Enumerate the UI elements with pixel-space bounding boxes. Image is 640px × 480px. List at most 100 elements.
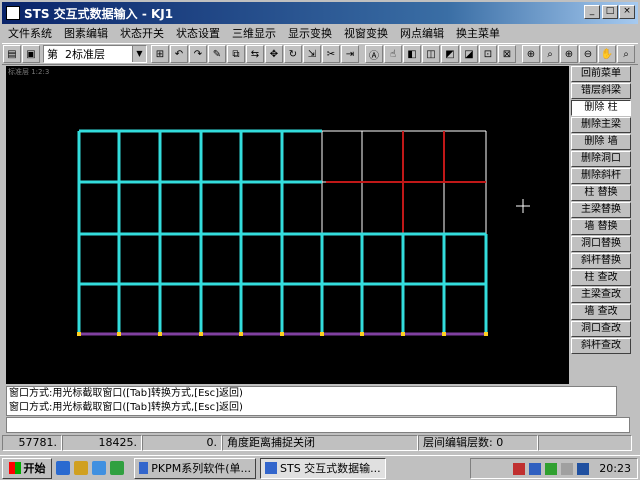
command-input[interactable] [6,417,630,433]
clock[interactable]: 20:23 [599,462,631,475]
offset-slope-beam-button[interactable]: 错层斜梁 [571,83,631,99]
render-icon[interactable]: ◩ [441,45,459,63]
color-icon[interactable]: ◪ [460,45,478,63]
menu-state-settings[interactable]: 状态设置 [170,25,226,41]
plan-walls-red [326,131,486,234]
menu-switch-main[interactable]: 换主菜单 [450,25,506,41]
menu-element-edit[interactable]: 图素编辑 [58,25,114,41]
command-line-2: 窗口方式:用光标截取窗口([Tab]转换方式,[Esc]返回) [9,402,243,413]
menu-display-transform[interactable]: 显示变换 [282,25,338,41]
rotate-icon[interactable]: ↻ [284,45,302,63]
start-button[interactable]: 开始 [2,457,52,479]
menu-state-switch[interactable]: 状态开关 [114,25,170,41]
close-icon[interactable]: × [619,5,635,19]
delete-opening-button[interactable]: 删除洞口 [571,151,631,167]
pan-icon[interactable]: ✋ [598,45,616,63]
view-icon[interactable]: ◫ [422,45,440,63]
floor-edit-text: 层间编辑层数: [423,436,493,449]
floor-edit-label: 层间编辑层数: 0 [418,435,538,451]
media-icon[interactable] [110,461,124,475]
floor-edit-count: 0 [496,436,504,449]
snap-status: 角度距离捕捉关闭 [222,435,418,451]
task-sts[interactable]: STS 交互式数据输... [260,457,386,479]
app-window: STS 交互式数据输入 - KJ1 _ □ × 文件系统 图素编辑 状态开关 状… [0,0,640,480]
delete-wall-button[interactable]: 删除 墙 [571,134,631,150]
zoom-extents-icon[interactable]: ⊕ [522,45,540,63]
zoom-window-icon[interactable]: ⌕ [541,45,559,63]
command-line-1: 窗口方式:用光标截取窗口([Tab]转换方式,[Esc]返回) [9,388,243,399]
canvas-corner-label: 标准层 1:2:3 [8,68,50,76]
measure-icon[interactable]: ⊠ [498,45,516,63]
edit-column-button[interactable]: 柱 查改 [571,270,631,286]
menu-grid-edit[interactable]: 网点编辑 [394,25,450,41]
zoom-in-icon[interactable]: ⊕ [560,45,578,63]
delete-column-button[interactable]: 删除 柱 [571,100,631,116]
grid-toggle-icon[interactable]: ⊡ [479,45,497,63]
ie-icon[interactable] [56,461,70,475]
drawing-canvas[interactable]: 标准层 1:2:3 [6,66,569,384]
edit-opening-button[interactable]: 洞口查改 [571,321,631,337]
volume-icon[interactable] [561,462,574,475]
menu-file[interactable]: 文件系统 [2,25,58,41]
cursor-a-icon[interactable]: Ⓐ [365,45,383,63]
system-tray: 20:23 [470,458,638,479]
chevron-down-icon[interactable]: ▼ [132,46,146,62]
minimize-icon[interactable]: _ [584,5,600,19]
status-empty [538,435,632,451]
copy-icon[interactable]: ⧉ [227,45,245,63]
edit-beam-button[interactable]: 主梁查改 [571,287,631,303]
task-pkpm-label: PKPM系列软件(单... [151,462,251,475]
menu-bar: 文件系统 图素编辑 状态开关 状态设置 三维显示 显示变换 视窗变换 网点编辑 … [2,24,638,42]
maximize-icon[interactable]: □ [602,5,618,19]
replace-wall-button[interactable]: 墙 替换 [571,219,631,235]
desktop-icon[interactable] [92,461,106,475]
command-scrollbar[interactable] [616,386,630,416]
floor-prefix: 第 [47,48,58,61]
layer-icon[interactable]: ◧ [403,45,421,63]
delete-beam-button[interactable]: 删除主梁 [571,117,631,133]
sts-task-icon [265,462,277,474]
delete-brace-button[interactable]: 删除斜杆 [571,168,631,184]
print-icon[interactable]: ▤ [3,45,21,63]
replace-opening-button[interactable]: 洞口替换 [571,236,631,252]
replace-brace-button[interactable]: 斜杆替换 [571,253,631,269]
edit-wall-button[interactable]: 墙 查改 [571,304,631,320]
save-icon[interactable]: ▣ [22,45,40,63]
pencil-icon[interactable]: ✎ [208,45,226,63]
task-sts-label: STS 交互式数据输... [280,462,381,475]
replace-column-button[interactable]: 柱 替换 [571,185,631,201]
zoom-icon[interactable]: ⌕ [617,45,635,63]
replace-beam-button[interactable]: 主梁替换 [571,202,631,218]
select-icon[interactable]: ☝ [384,45,402,63]
move-icon[interactable]: ✥ [265,45,283,63]
title-bar[interactable]: STS 交互式数据输入 - KJ1 _ □ × [2,2,638,24]
menu-3d-display[interactable]: 三维显示 [226,25,282,41]
tray-icon-1[interactable] [513,462,526,475]
coord-x: 57781. [2,435,62,451]
floor-name: 2标准层 [65,48,105,61]
window-title: STS 交互式数据输入 - KJ1 [24,6,174,21]
zoom-out-icon[interactable]: ⊖ [579,45,597,63]
back-menu-button[interactable]: 回前菜单 [571,66,631,82]
mirror-icon[interactable]: ⇆ [246,45,264,63]
menu-view-transform[interactable]: 视窗变换 [338,25,394,41]
task-pkpm[interactable]: PKPM系列软件(单... [134,457,256,479]
trim-icon[interactable]: ✂ [322,45,340,63]
offset-icon[interactable]: ⇲ [303,45,321,63]
plan-grid-cyan [77,129,488,336]
tray-icon-3[interactable] [545,462,558,475]
app-icon[interactable] [6,6,20,20]
floor-select[interactable]: 第 2标准层 ▼ [43,45,147,63]
outlook-icon[interactable] [74,461,88,475]
toolbar: ▤ ▣ 第 2标准层 ▼ ⊞ ↶ ↷ ✎ ⧉ ⇆ ✥ ↻ ⇲ ✂ ⇥ Ⓐ ☝ ◧… [2,43,638,65]
extend-icon[interactable]: ⇥ [341,45,359,63]
windows-logo-icon [8,462,21,474]
coord-z: 0. [142,435,222,451]
grid-icon[interactable]: ⊞ [151,45,169,63]
ime-icon[interactable] [577,462,590,475]
tray-icon-2[interactable] [529,462,542,475]
undo-icon[interactable]: ↶ [170,45,188,63]
edit-brace-button[interactable]: 斜杆查改 [571,338,631,354]
structure-plan [77,129,530,336]
redo-icon[interactable]: ↷ [189,45,207,63]
